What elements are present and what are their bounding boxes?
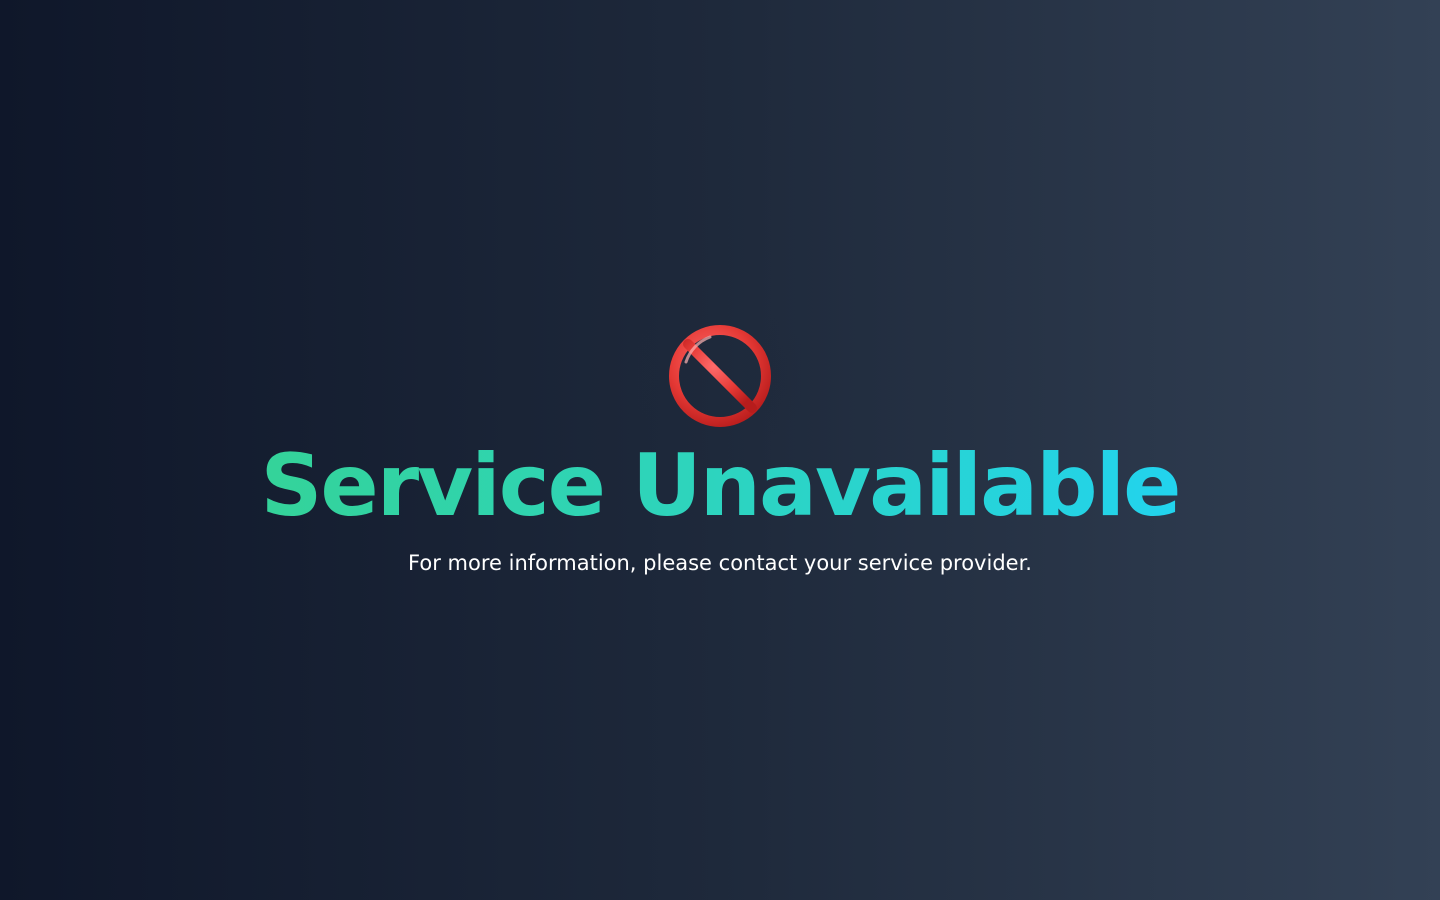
- page-title: Service Unavailable: [0, 436, 1440, 536]
- error-page: Service Unavailable For more information…: [0, 0, 1440, 900]
- prohibited-icon: [669, 325, 771, 427]
- error-message: For more information, please contact you…: [408, 551, 1032, 575]
- page-title-text: Service Unavailable: [260, 436, 1181, 536]
